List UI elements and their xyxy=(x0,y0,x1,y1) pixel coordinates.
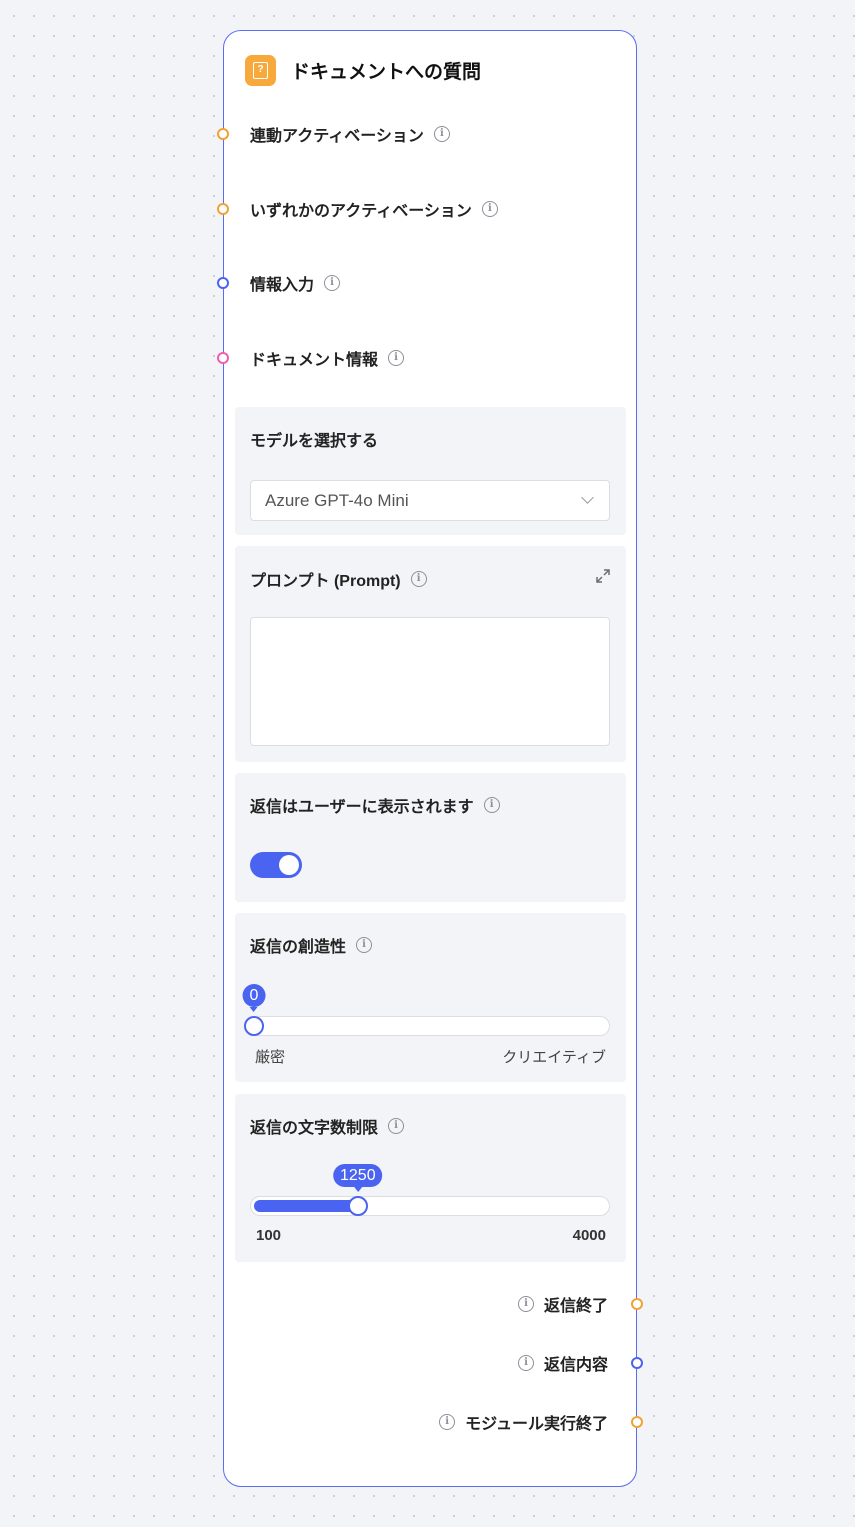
output-label: 返信終了 xyxy=(543,1298,608,1315)
input-port-linked-activation[interactable] xyxy=(217,128,229,140)
model-label: モデルを選択する xyxy=(250,433,379,450)
toggle-knob xyxy=(279,855,299,875)
reply-visible-toggle[interactable] xyxy=(250,852,302,878)
node-title: ドキュメントへの質問 xyxy=(291,62,482,83)
creativity-max-label: クリエイティブ xyxy=(502,1049,606,1066)
output-reply-content: i 返信内容 xyxy=(517,1351,608,1375)
creativity-slider-handle[interactable] xyxy=(244,1016,264,1036)
max-chars-value-bubble: 1250 xyxy=(333,1164,383,1192)
prompt-textarea[interactable] xyxy=(250,617,610,746)
input-label: ドキュメント情報 xyxy=(250,352,379,369)
input-any-activation: いずれかのアクティベーション i xyxy=(250,197,498,221)
info-icon[interactable]: i xyxy=(388,350,405,366)
input-label: いずれかのアクティベーション xyxy=(250,203,472,220)
info-icon[interactable]: i xyxy=(324,275,341,291)
output-label: 返信内容 xyxy=(543,1357,608,1374)
document-question-icon: ? xyxy=(245,55,276,86)
max-chars-label: 返信の文字数制限 xyxy=(250,1120,379,1137)
input-info-input: 情報入力 i xyxy=(250,271,341,295)
output-module-end: i モジュール実行終了 xyxy=(439,1410,608,1434)
info-icon[interactable]: i xyxy=(481,201,498,217)
document-qa-node[interactable]: ? ドキュメントへの質問 連動アクティベーション i いずれかのアクティベーショ… xyxy=(217,30,643,1487)
prompt-label: プロンプト (Prompt) xyxy=(250,573,401,590)
output-label: モジュール実行終了 xyxy=(465,1416,608,1433)
creativity-section: 返信の創造性 i 0 厳密 クリエイティブ xyxy=(235,913,626,1082)
node-header: ? ドキュメントへの質問 xyxy=(245,55,481,86)
input-document-info: ドキュメント情報 i xyxy=(250,346,405,370)
max-chars-max-label: 4000 xyxy=(572,1227,606,1244)
input-label: 情報入力 xyxy=(250,277,315,294)
info-icon[interactable]: i xyxy=(388,1118,405,1134)
output-reply-end: i 返信終了 xyxy=(517,1292,608,1316)
reply-visible-section: 返信はユーザーに表示されます i xyxy=(235,773,626,902)
prompt-section: プロンプト (Prompt) i xyxy=(235,546,626,762)
creativity-label: 返信の創造性 xyxy=(250,939,347,956)
chevron-down-icon xyxy=(581,491,594,504)
info-icon[interactable]: i xyxy=(439,1414,456,1430)
max-chars-slider[interactable] xyxy=(250,1196,610,1216)
creativity-slider[interactable] xyxy=(244,1016,610,1036)
info-icon[interactable]: i xyxy=(433,126,450,142)
output-port-reply-end[interactable] xyxy=(631,1298,643,1310)
model-select[interactable]: Azure GPT-4o Mini xyxy=(250,480,610,521)
input-port-document-info[interactable] xyxy=(217,352,229,364)
max-chars-slider-fill xyxy=(254,1200,358,1212)
output-port-module-end[interactable] xyxy=(631,1416,643,1428)
info-icon[interactable]: i xyxy=(517,1296,534,1312)
max-chars-slider-handle[interactable] xyxy=(347,1196,368,1216)
model-select-value: Azure GPT-4o Mini xyxy=(265,490,409,510)
max-chars-section: 返信の文字数制限 i 1250 100 4000 xyxy=(235,1094,626,1262)
input-label: 連動アクティベーション xyxy=(250,128,424,145)
output-port-reply-content[interactable] xyxy=(631,1357,643,1369)
input-port-info-input[interactable] xyxy=(217,277,229,289)
info-icon[interactable]: i xyxy=(356,937,373,953)
max-chars-min-label: 100 xyxy=(256,1227,282,1244)
creativity-min-label: 厳密 xyxy=(255,1049,286,1066)
creativity-value-bubble: 0 xyxy=(242,984,266,1012)
info-icon[interactable]: i xyxy=(410,571,427,587)
input-linked-activation: 連動アクティベーション i xyxy=(250,122,450,146)
info-icon[interactable]: i xyxy=(483,797,500,813)
info-icon[interactable]: i xyxy=(517,1355,534,1371)
expand-icon[interactable] xyxy=(595,568,611,584)
input-port-any-activation[interactable] xyxy=(217,203,229,215)
reply-visible-label: 返信はユーザーに表示されます xyxy=(250,799,474,816)
model-section: モデルを選択する Azure GPT-4o Mini xyxy=(235,407,626,535)
